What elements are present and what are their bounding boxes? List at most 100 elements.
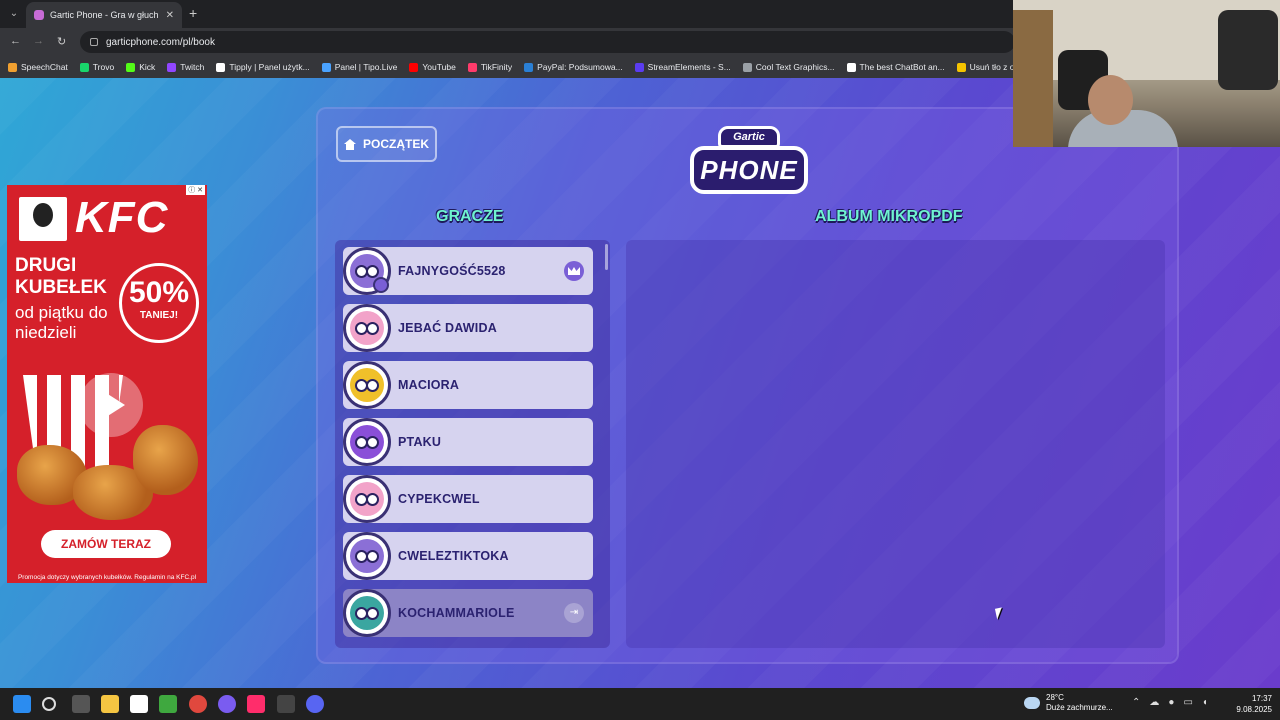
bookmark-label: Panel | Tipo.Live xyxy=(334,62,398,72)
home-button-label: POCZĄTEK xyxy=(363,137,429,151)
bookmark-item[interactable]: TikFinity xyxy=(467,62,513,72)
discord-icon[interactable] xyxy=(306,695,324,713)
host-crown-icon xyxy=(564,261,584,281)
chevron-up-icon[interactable]: ⌃ xyxy=(1132,697,1140,708)
gartic-phone-logo: Gartic PHONE xyxy=(690,126,808,196)
display-icon[interactable]: ▭ xyxy=(1183,697,1192,708)
logo-top-text: Gartic xyxy=(718,126,780,148)
search-icon[interactable] xyxy=(42,697,56,711)
player-name: CWELEZTIKTOKA xyxy=(398,549,509,563)
album-content xyxy=(626,240,1165,648)
webcam-person-head xyxy=(1088,75,1133,125)
player-row[interactable]: FAJNYGOŚĆ5528 xyxy=(343,247,593,295)
bookmark-favicon-icon xyxy=(956,62,966,72)
player-avatar xyxy=(343,589,391,637)
player-row[interactable]: KOCHAMMARIOLE ⇥ xyxy=(343,589,593,637)
volume-icon[interactable]: ◖ xyxy=(1202,697,1208,708)
bookmark-item[interactable]: The best ChatBot an... xyxy=(846,62,945,72)
bookmark-favicon-icon xyxy=(524,62,534,72)
order-now-button[interactable]: ZAMÓW TERAZ xyxy=(41,530,171,558)
bookmark-item[interactable]: Kick xyxy=(126,62,155,72)
player-row[interactable]: JEBAĆ DAWIDA xyxy=(343,304,593,352)
close-tab-icon[interactable]: ✕ xyxy=(166,10,174,21)
players-scrollbar[interactable] xyxy=(605,244,608,270)
site-info-icon[interactable] xyxy=(90,38,98,46)
ad-discount-badge: 50% TANIEJ! xyxy=(119,263,199,343)
ad-headline: DRUGI KUBEŁEK xyxy=(15,255,107,298)
browser-tab[interactable]: Gartic Phone - Gra w głuch ✕ xyxy=(26,2,182,28)
avatar-face-icon xyxy=(350,425,384,459)
ad-choices-badge[interactable]: ⓘ ✕ xyxy=(186,185,205,195)
ad-subline: od piątku do niedzieli xyxy=(15,303,108,342)
weather-widget[interactable]: 28°C Duże zachmurze... xyxy=(1024,693,1113,713)
avatar-face-icon xyxy=(350,482,384,516)
store-icon[interactable] xyxy=(130,695,148,713)
bookmark-label: PayPal: Podsumowa... xyxy=(537,62,623,72)
date: 9.08.2025 xyxy=(1236,705,1272,714)
kfc-ad-banner[interactable]: ⓘ ✕ KFC DRUGI KUBEŁEK od piątku do niedz… xyxy=(7,185,207,583)
player-name: FAJNYGOŚĆ5528 xyxy=(398,264,506,278)
bookmark-label: SpeechChat xyxy=(21,62,68,72)
bookmark-item[interactable]: PayPal: Podsumowa... xyxy=(524,62,623,72)
ad-fine-print: Promocja dotyczy wybranych kubełków. Reg… xyxy=(17,574,197,581)
player-row[interactable]: PTAKU xyxy=(343,418,593,466)
bookmark-favicon-icon xyxy=(321,62,331,72)
player-name: CYPEKCWEL xyxy=(398,492,480,506)
bookmark-item[interactable]: Panel | Tipo.Live xyxy=(321,62,398,72)
player-avatar xyxy=(343,475,391,523)
bookmark-item[interactable]: Trovo xyxy=(79,62,114,72)
back-icon[interactable]: ← xyxy=(10,35,21,47)
bookmark-label: Tipply | Panel użytk... xyxy=(229,62,310,72)
ad-brand: KFC xyxy=(75,193,169,242)
avatar-face-icon xyxy=(350,539,384,573)
gartic-favicon-icon xyxy=(34,10,44,20)
bookmark-label: StreamElements - S... xyxy=(647,62,731,72)
video-play-icon[interactable] xyxy=(79,373,143,437)
clock[interactable]: 17:37 9.08.2025 xyxy=(1228,693,1272,715)
bookmark-label: YouTube xyxy=(422,62,456,72)
address-bar[interactable]: garticphone.com/pl/book xyxy=(80,31,1015,53)
task-view-icon[interactable] xyxy=(72,695,90,713)
player-avatar xyxy=(343,418,391,466)
home-button[interactable]: POCZĄTEK xyxy=(336,126,437,162)
bookmark-item[interactable]: SpeechChat xyxy=(8,62,68,72)
cloud-sync-icon[interactable]: ☁ xyxy=(1149,697,1159,708)
microphone-icon[interactable]: ● xyxy=(1168,697,1174,708)
url-text: garticphone.com/pl/book xyxy=(106,36,215,48)
bookmark-item[interactable]: StreamElements - S... xyxy=(634,62,731,72)
player-owner-badge-icon xyxy=(373,277,389,293)
tiktok-icon[interactable] xyxy=(247,695,265,713)
system-tray: ⌃ ☁ ● ▭ ◖ xyxy=(1132,697,1208,708)
players-list[interactable]: FAJNYGOŚĆ5528 JEBAĆ DAWIDA MACIORA PTAKU CYP… xyxy=(335,240,610,648)
player-row[interactable]: CYPEKCWEL xyxy=(343,475,593,523)
temperature: 28°C xyxy=(1046,693,1064,702)
obs-icon[interactable] xyxy=(277,695,295,713)
player-row[interactable]: CWELEZTIKTOKA xyxy=(343,532,593,580)
cloud-icon xyxy=(1024,697,1040,709)
chrome-icon[interactable] xyxy=(189,695,207,713)
bookmark-item[interactable]: Cool Text Graphics... xyxy=(742,62,835,72)
ad-discount: 50% xyxy=(128,276,190,309)
player-name: MACIORA xyxy=(398,378,460,392)
bookmark-label: Kick xyxy=(139,62,156,72)
bookmark-favicon-icon xyxy=(126,62,136,72)
xbox-icon[interactable] xyxy=(159,695,177,713)
tab-search-icon[interactable]: ⌄ xyxy=(6,6,22,22)
bookmark-favicon-icon xyxy=(742,62,752,72)
player-avatar xyxy=(343,532,391,580)
bookmark-item[interactable]: YouTube xyxy=(409,62,456,72)
new-tab-icon[interactable]: + xyxy=(189,5,197,21)
reload-icon[interactable]: ↻ xyxy=(57,35,66,48)
page-content: ⓘ ✕ KFC DRUGI KUBEŁEK od piątku do niedz… xyxy=(0,78,1280,688)
player-name: KOCHAMMARIOLE xyxy=(398,606,515,620)
file-explorer-icon[interactable] xyxy=(101,695,119,713)
start-icon[interactable] xyxy=(13,695,31,713)
bookmark-item[interactable]: Twitch xyxy=(167,62,204,72)
player-row[interactable]: MACIORA xyxy=(343,361,593,409)
app-icon[interactable] xyxy=(218,695,236,713)
home-icon xyxy=(344,138,356,150)
bookmark-item[interactable]: Tipply | Panel użytk... xyxy=(216,62,310,72)
chicken-piece xyxy=(133,425,198,495)
forward-icon[interactable]: → xyxy=(33,35,44,47)
bookmark-label: TikFinity xyxy=(480,62,513,72)
